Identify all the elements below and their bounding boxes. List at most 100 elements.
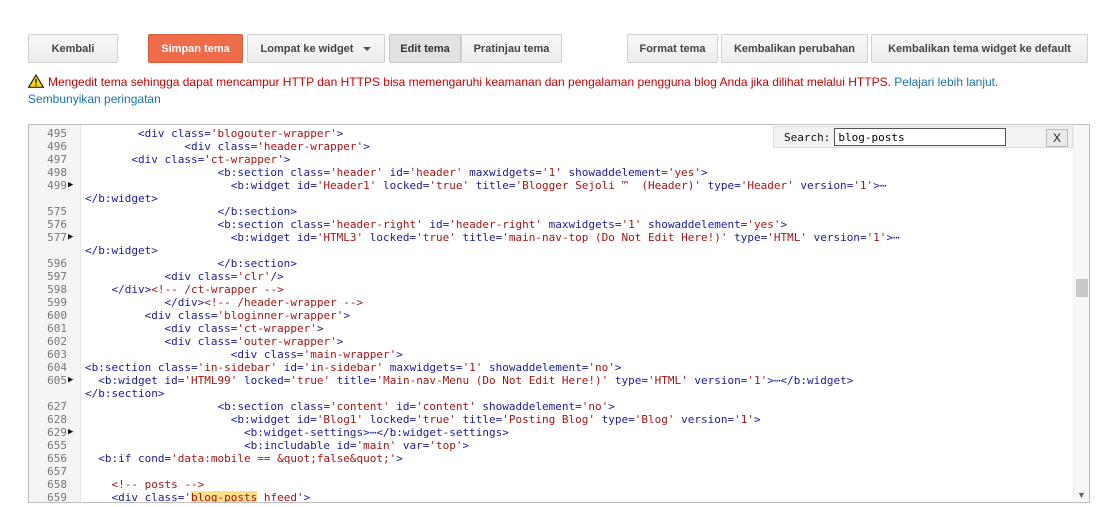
code-text: </b:section>	[85, 387, 165, 400]
line-number: 497	[47, 153, 67, 166]
code-text: <b:widget id='HTML99' locked='true' titl…	[98, 374, 854, 387]
code-line: 597 <div class='clr'/>	[29, 270, 1073, 283]
code-line: 499 ▶ <b:widget id='Header1' locked='true…	[29, 179, 1073, 192]
code-text: </b:section>	[217, 257, 297, 270]
line-number: 627	[47, 400, 67, 413]
line-number: 496	[47, 140, 67, 153]
line-number: 576	[47, 218, 67, 231]
search-bar: Search: X	[773, 126, 1073, 148]
code-text: <div class='clr'/>	[164, 270, 284, 283]
save-theme-button[interactable]: Simpan tema	[148, 34, 243, 63]
line-number: 655	[47, 439, 67, 452]
code-line: </b:section>	[29, 387, 1073, 400]
code-line: </b:widget>	[29, 192, 1073, 205]
line-number: 604	[47, 361, 67, 374]
code-text: <b:widget id='Blog1' locked='true' title…	[230, 413, 761, 426]
line-number: 598	[47, 283, 67, 296]
code-line: 603 <div class='main-wrapper'>	[29, 348, 1073, 361]
search-label: Search:	[784, 130, 831, 144]
code-text: <b:includable id='main' var='top'>	[243, 439, 470, 452]
vertical-scrollbar[interactable]: ▼	[1073, 125, 1089, 502]
code-line: 604 <b:section class='in-sidebar' id='in-…	[29, 361, 1073, 374]
code-text: <div class='bloginner-wrapper'>	[144, 309, 350, 322]
code-text: <b:widget id='HTML3' locked='true' title…	[230, 231, 900, 244]
line-number: 596	[47, 257, 67, 270]
line-number: 603	[47, 348, 67, 361]
line-number: 499	[47, 179, 67, 192]
code-line: 656 <b:if cond='data:mobile == &quot;fal…	[29, 452, 1073, 465]
revert-changes-button[interactable]: Kembalikan perubahan	[721, 34, 868, 63]
code-text: </b:widget>	[85, 244, 158, 257]
format-theme-button[interactable]: Format tema	[627, 34, 718, 63]
warning-message: Mengedit tema sehingga dapat mencampur H…	[48, 75, 891, 89]
code-text: <b:section class='content' id='content' …	[217, 400, 615, 413]
line-number: 605	[47, 374, 67, 387]
jump-to-widget-dropdown[interactable]: Lompat ke widget	[247, 34, 385, 63]
fold-arrow-icon[interactable]: ▶	[68, 426, 80, 439]
fold-arrow-icon[interactable]: ▶	[68, 179, 80, 192]
code-text: <div class='ct-wrapper'>	[131, 153, 291, 166]
code-line: 601 <div class='ct-wrapper'>	[29, 322, 1073, 335]
code-line: 598 </div><!-- /ct-wrapper -->	[29, 283, 1073, 296]
scroll-down-icon[interactable]: ▼	[1077, 490, 1086, 500]
line-number: 597	[47, 270, 67, 283]
code-text: <b:if cond='data:mobile == &quot;false&q…	[98, 452, 403, 465]
line-number: 600	[47, 309, 67, 322]
line-number: 629	[47, 426, 67, 439]
code-line: 605 ▶ <b:widget id='HTML99' locked='true'…	[29, 374, 1073, 387]
warning-icon	[28, 74, 44, 88]
code-line: </b:widget>	[29, 244, 1073, 257]
code-text: <div class='blog-posts hfeed'>	[111, 491, 311, 503]
code-editor[interactable]: 495 <div class='blogouter-wrapper'> 496 <…	[28, 124, 1090, 503]
fold-arrow-icon[interactable]: ▶	[68, 231, 80, 244]
line-number: 495	[47, 127, 67, 140]
code-line: 498 <b:section class='header' id='header…	[29, 166, 1073, 179]
back-button[interactable]: Kembali	[28, 34, 118, 63]
line-number: 599	[47, 296, 67, 309]
code-text: <div class='main-wrapper'>	[230, 348, 403, 361]
scroll-thumb[interactable]	[1076, 279, 1088, 297]
line-number: 602	[47, 335, 67, 348]
code-text: <b:section class='header-right' id='head…	[217, 218, 788, 231]
jump-to-widget-label: Lompat ke widget	[260, 42, 354, 55]
preview-theme-tab[interactable]: Pratinjau tema	[461, 34, 562, 63]
code-text: <div class='blogouter-wrapper'>	[137, 127, 344, 140]
line-number: 657	[47, 465, 67, 478]
code-text: <div class='ct-wrapper'>	[164, 322, 324, 335]
code-text: <b:widget id='Header1' locked='true' tit…	[230, 179, 887, 192]
line-number: 577	[47, 231, 67, 244]
code-text: <b:section class='header' id='header' ma…	[217, 166, 708, 179]
edit-theme-tab[interactable]: Edit tema	[389, 34, 461, 63]
line-number: 498	[47, 166, 67, 179]
code-text: </b:widget>	[85, 192, 158, 205]
reset-widgets-button[interactable]: Kembalikan tema widget ke default	[871, 34, 1088, 63]
code-line: 657	[29, 465, 1073, 478]
code-text: <b:widget-settings>⋯</b:widget-settings>	[243, 426, 509, 439]
code-line: 596 </b:section>	[29, 257, 1073, 270]
code-text: </div><!-- /ct-wrapper -->	[111, 283, 284, 296]
code-line: 659 <div class='blog-posts hfeed'>	[29, 491, 1073, 503]
code-text: </div><!-- /header-wrapper -->	[164, 296, 364, 309]
code-text: <b:section class='in-sidebar' id='in-sid…	[85, 361, 622, 374]
code-line: 655 <b:includable id='main' var='top'>	[29, 439, 1073, 452]
code-text: <div class='outer-wrapper'>	[164, 335, 344, 348]
code-text: <!-- posts -->	[111, 478, 205, 491]
close-search-button[interactable]: X	[1046, 129, 1068, 147]
code-line: 600 <div class='bloginner-wrapper'>	[29, 309, 1073, 322]
line-number: 658	[47, 478, 67, 491]
code-line: 497 <div class='ct-wrapper'>	[29, 153, 1073, 166]
line-number: 659	[47, 491, 67, 503]
line-number: 601	[47, 322, 67, 335]
code-line: 577 ▶ <b:widget id='HTML3' locked='true' …	[29, 231, 1073, 244]
line-number: 575	[47, 205, 67, 218]
code-line: 658 <!-- posts -->	[29, 478, 1073, 491]
search-input[interactable]	[834, 128, 1007, 146]
chevron-down-icon	[363, 46, 372, 51]
fold-arrow-icon[interactable]: ▶	[68, 374, 80, 387]
hide-warning-link[interactable]: Sembunyikan peringatan	[28, 92, 161, 106]
code-line: 629 ▶ <b:widget-settings>⋯</b:widget-sett…	[29, 426, 1073, 439]
line-number: 656	[47, 452, 67, 465]
code-line: 628 <b:widget id='Blog1' locked='true' t…	[29, 413, 1073, 426]
code-line: 576 <b:section class='header-right' id='…	[29, 218, 1073, 231]
learn-more-link[interactable]: Pelajari lebih lanjut.	[894, 75, 998, 89]
